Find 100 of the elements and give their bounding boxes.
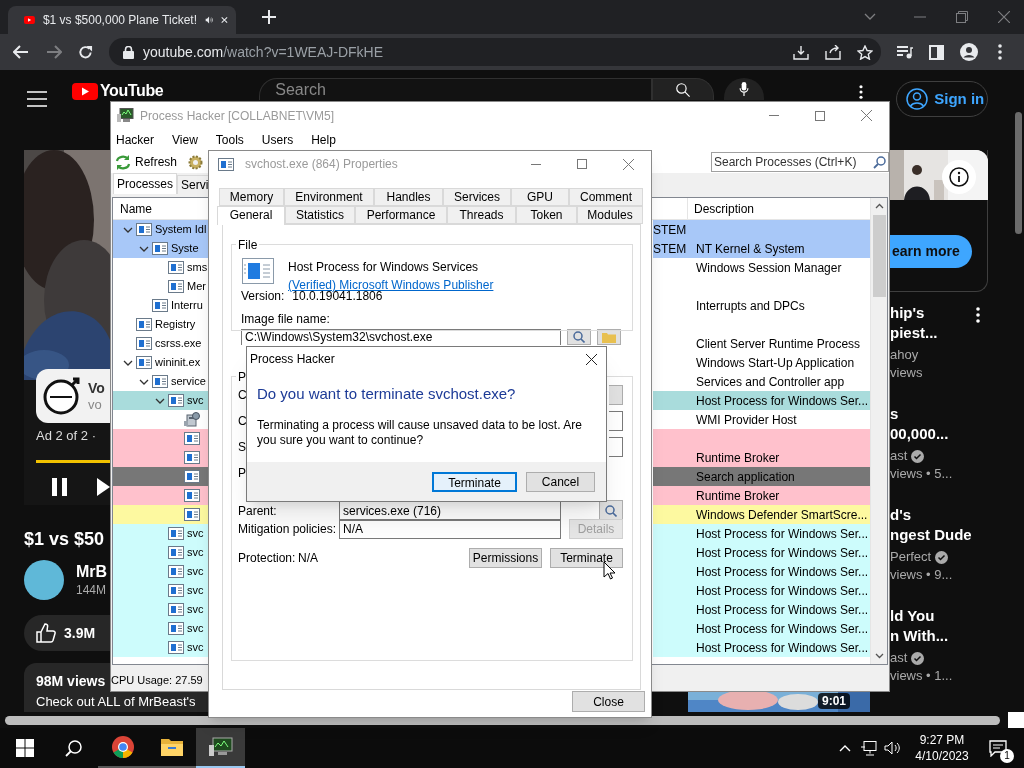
video-title[interactable]: d's [890,505,976,525]
clock-time[interactable]: 9:27 PM [919,732,965,748]
profile-icon[interactable] [960,43,978,61]
tab[interactable]: Token [516,206,577,224]
share-icon[interactable] [825,44,841,60]
tab[interactable]: Performance [355,206,447,224]
chevron-up-icon[interactable] [839,744,851,752]
menu-item[interactable]: Users [257,131,298,149]
mic-button[interactable] [724,78,765,100]
plus-icon[interactable] [262,10,276,24]
video-title[interactable]: s [890,404,976,424]
avatar[interactable] [24,560,64,600]
channel-name[interactable]: ast [890,648,908,668]
star-icon[interactable] [857,44,873,60]
description-cell[interactable]: Runtime Broker [653,448,870,467]
menu-item[interactable]: Tools [211,131,248,149]
video-title[interactable]: n With... [890,626,976,646]
name-cell[interactable]: svc [113,562,209,581]
channel-name[interactable]: MrB [76,562,108,582]
gear-icon[interactable] [187,153,205,171]
name-cell[interactable] [113,429,209,448]
ad-card[interactable]: Vo vo [36,369,110,423]
kebab-menu-icon[interactable] [976,307,980,323]
search-field[interactable]: Search Processes (Ctrl+K) [711,152,889,172]
site-logo[interactable]: YouTube [72,83,164,100]
description-cell[interactable]: Host Process for Windows Ser... [653,562,870,581]
scrollbar[interactable] [5,715,1000,725]
tab[interactable]: Handles [374,188,443,206]
video-title[interactable]: hip's [890,303,976,323]
tab[interactable]: Comment [569,188,643,206]
description-cell[interactable]: Runtime Broker [653,486,870,505]
name-cell[interactable]: System Idl [113,220,209,239]
name-cell[interactable]: svc [113,638,209,657]
scrollbar-thumb[interactable] [1015,112,1022,234]
description-cell[interactable]: STEM [653,220,870,239]
name-cell[interactable] [113,467,209,486]
column-header[interactable]: Description [694,201,755,216]
channel-name[interactable]: Perfect [890,547,932,567]
name-cell[interactable]: svc [113,581,209,600]
scrollbar-thumb[interactable] [872,215,886,297]
description-cell[interactable] [653,429,870,448]
video-title[interactable]: ngest Dude [890,525,976,545]
speaker-icon[interactable] [884,741,900,755]
tab[interactable]: Processes [113,173,178,194]
kebab-menu-icon[interactable] [998,44,1002,60]
side-panel-icon[interactable] [929,44,944,60]
name-cell[interactable] [113,486,209,505]
tab[interactable]: Memory [219,188,284,206]
description-cell[interactable]: Host Process for Windows Ser... [653,391,870,410]
tab[interactable]: Services [443,188,511,206]
video-thumbnail[interactable]: 9:01 [688,692,870,712]
search-button[interactable] [652,78,715,100]
chevron-down-icon[interactable] [155,397,165,404]
address-bar[interactable]: youtube.com/watch?v=1WEAJ-DFkHE [109,38,881,66]
channel-name[interactable]: ast [890,446,908,466]
description-cell[interactable]: Host Process for Windows Ser... [653,600,870,619]
tab[interactable]: GPU [511,188,569,206]
learn-more-button[interactable]: earn more [890,235,972,268]
reload-icon[interactable] [78,44,93,60]
lock-icon[interactable] [123,45,134,59]
description-cell[interactable]: Windows Defender SmartScre... [653,505,870,524]
browser-tab[interactable]: $1 vs $500,000 Plane Ticket! [8,6,236,34]
dialog-button[interactable]: Cancel [526,471,595,492]
mitigation-field[interactable]: N/A [339,519,561,539]
media-list-icon[interactable] [897,45,913,59]
tab[interactable]: Statistics [285,206,355,224]
menu-icon[interactable] [27,91,47,107]
description-cell[interactable]: STEM NT Kernel & System [653,239,870,258]
description-cell[interactable]: Host Process for Windows Ser... [653,543,870,562]
name-cell[interactable]: Syste [113,239,209,258]
name-cell[interactable] [113,505,209,524]
video-title[interactable]: piest... [890,323,976,343]
name-cell[interactable]: svc [113,600,209,619]
pause-icon[interactable] [52,478,68,496]
name-cell[interactable]: svc [113,619,209,638]
name-cell[interactable]: svc [113,391,209,410]
kebab-menu-icon[interactable] [859,85,864,99]
chevron-down-icon[interactable] [123,226,133,233]
description-cell[interactable]: Host Process for Windows Ser... [653,524,870,543]
dialog-button[interactable]: Terminate [432,471,517,492]
clock-date[interactable]: 4/10/2023 [915,748,969,764]
ad-companion-card[interactable]: earn more [890,150,988,292]
menu-item[interactable]: Hacker [112,131,158,149]
action-button[interactable]: Terminate [550,548,623,568]
restore-icon[interactable] [956,11,968,23]
chevron-down-icon[interactable] [139,245,149,252]
download-icon[interactable] [793,44,809,60]
tab[interactable]: Environment [284,188,374,206]
tab[interactable]: Threads [447,206,516,224]
back-icon[interactable] [13,45,29,59]
forward-icon[interactable] [46,45,62,59]
path-field[interactable]: C:\Windows\System32\svchost.exe [241,329,561,345]
channel-name[interactable]: ahoy [890,345,919,365]
close-button[interactable]: Close [572,691,645,712]
scroll-down-icon[interactable] [874,653,884,659]
like-button[interactable]: 3.9M [24,615,110,651]
column-header[interactable]: Name [120,201,152,216]
description-cell[interactable]: Host Process for Windows Ser... [653,619,870,638]
tab[interactable]: General [217,206,285,225]
search-field[interactable]: Search [259,78,653,100]
